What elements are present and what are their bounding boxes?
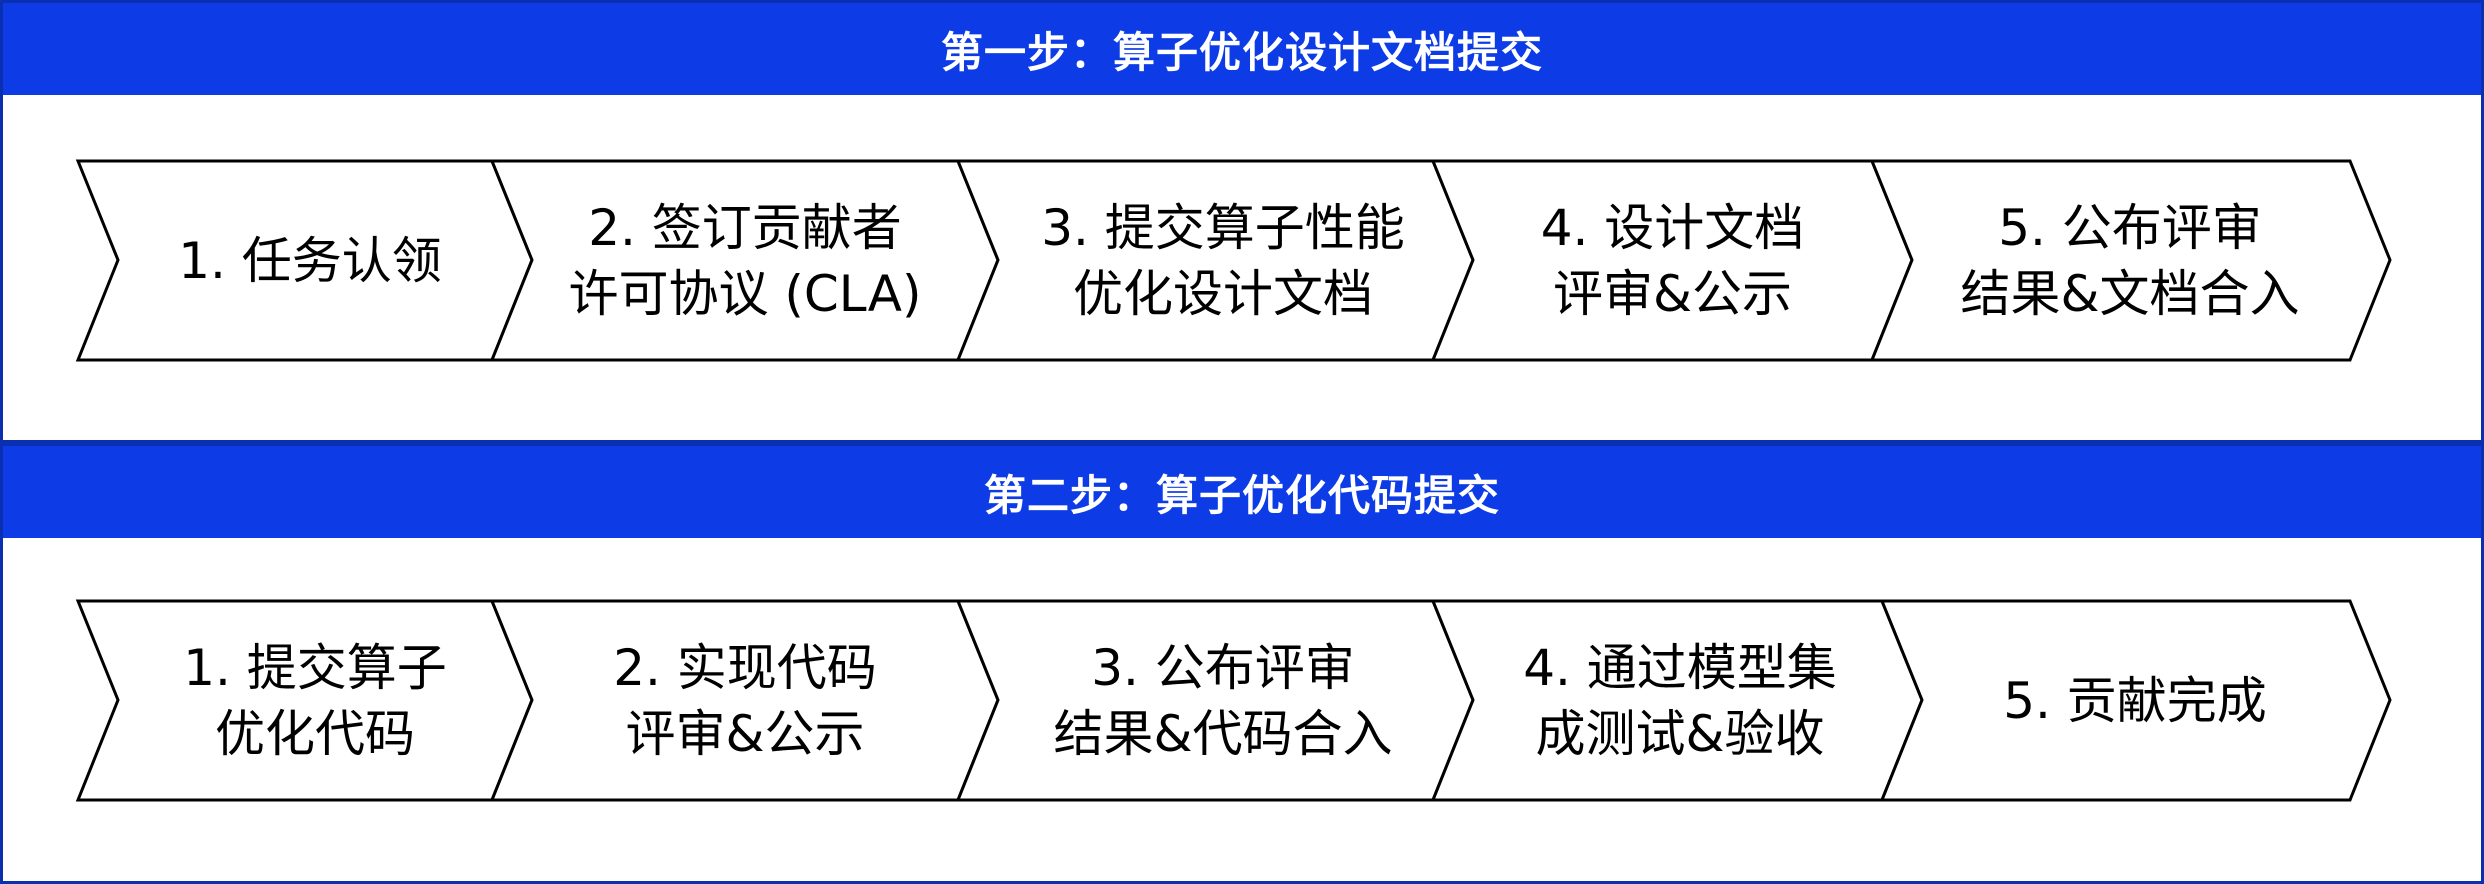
step-label-line: 结果&代码合入	[1053, 704, 1393, 763]
section-1-title: 第一步：算子优化设计文档提交	[940, 27, 1543, 77]
step-label-line: 优化设计文档	[1073, 264, 1373, 323]
step-label-line: 评审&公示	[1553, 264, 1792, 323]
step-3-label: 3. 公布评审 结果&代码合入	[1008, 598, 1438, 803]
step-label-line: 结果&文档合入	[1960, 264, 2300, 323]
section-1-flow: 1. 任务认领 2. 签订贡献者 许可协议 (CLA) 3. 提交算子性能 优化…	[0, 158, 2484, 363]
step-label-line: 许可协议 (CLA)	[568, 264, 922, 323]
step-4-label: 4. 设计文档 评审&公示	[1485, 158, 1860, 363]
step-label-line: 评审&公示	[625, 704, 865, 763]
step-4-label: 4. 通过模型集 成测试&验收	[1485, 598, 1875, 803]
step-label-line: 1. 任务认领	[178, 231, 442, 290]
step-1-label: 1. 提交算子 优化代码	[150, 598, 480, 803]
step-label-line: 3. 提交算子性能	[1041, 198, 1405, 257]
section-1-header: 第一步：算子优化设计文档提交	[3, 3, 2481, 95]
step-1-label: 1. 任务认领	[140, 158, 480, 363]
step-label-line: 5. 公布评审	[1998, 198, 2262, 257]
step-label-line: 2. 实现代码	[613, 638, 877, 697]
section-2-flow: 1. 提交算子 优化代码 2. 实现代码 评审&公示 3. 公布评审 结果&代码…	[0, 598, 2484, 803]
step-2-label: 2. 签订贡献者 许可协议 (CLA)	[545, 158, 945, 363]
step-label-line: 1. 提交算子	[183, 638, 447, 697]
step-label-line: 4. 设计文档	[1540, 198, 1805, 257]
step-label-line: 成测试&验收	[1535, 704, 1825, 763]
step-label-line: 4. 通过模型集	[1523, 638, 1837, 697]
step-label-line: 优化代码	[215, 704, 415, 763]
section-2-title: 第二步：算子优化代码提交	[983, 470, 1500, 520]
step-3-label: 3. 提交算子性能 优化设计文档	[1008, 158, 1438, 363]
step-5-label: 5. 贡献完成	[1925, 598, 2345, 803]
step-label-line: 5. 贡献完成	[2003, 671, 2267, 730]
step-2-label: 2. 实现代码 评审&公示	[545, 598, 945, 803]
section-2-header: 第二步：算子优化代码提交	[3, 443, 2481, 538]
step-5-label: 5. 公布评审 结果&文档合入	[1915, 158, 2345, 363]
step-label-line: 2. 签订贡献者	[588, 198, 902, 257]
step-label-line: 3. 公布评审	[1091, 638, 1355, 697]
